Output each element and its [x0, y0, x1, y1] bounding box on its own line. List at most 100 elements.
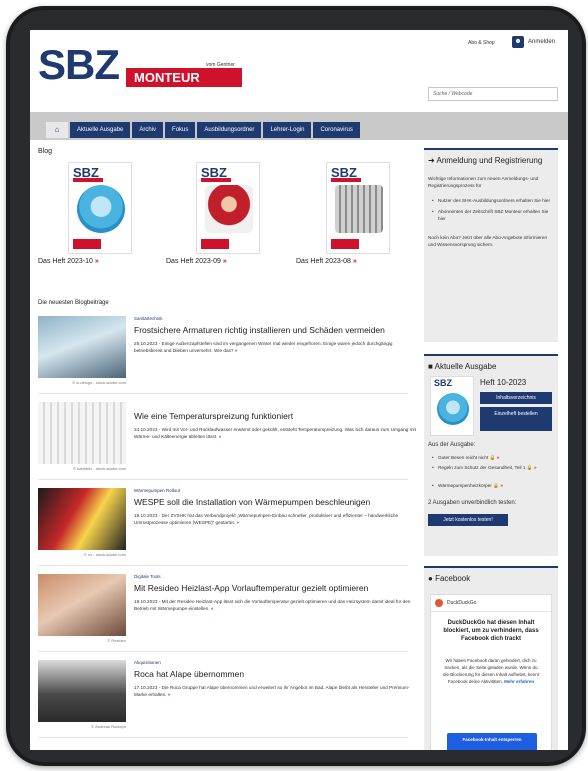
post-credit: © hansfritz - stock.adobe.com — [73, 466, 126, 471]
post-category[interactable]: Akquisitionen — [134, 660, 161, 665]
heft-cover[interactable]: SBZ — [326, 162, 390, 254]
post-title[interactable]: Mit Resideo Heizlast-App Vorlauftemperat… — [134, 583, 424, 593]
test-text: 2 Ausgaben unverbindlich testen: — [428, 500, 517, 506]
cover-bar — [73, 178, 103, 182]
search-input[interactable]: Suche / Webcode — [428, 87, 558, 101]
ausgabe-cover[interactable]: SBZ — [430, 376, 474, 436]
book-icon: ■ — [428, 362, 433, 371]
post-title[interactable]: Roca hat Alape übernommen — [134, 669, 424, 679]
blog-post[interactable]: © Andreas Rudolph Akquisitionen Roca hat… — [38, 660, 410, 738]
arrow-icon[interactable]: » — [500, 483, 503, 488]
cover-foot — [331, 239, 359, 249]
order-button[interactable]: Einzelheft bestellen — [480, 407, 552, 431]
aus-label: Aus der Ausgabe: — [428, 442, 476, 448]
logo-sub: vom Gentner — [206, 62, 235, 68]
abo-shop-link[interactable]: Abo & Shop — [468, 40, 495, 46]
ddg-more-link[interactable]: Mehr erfahren — [504, 679, 534, 684]
heft-label[interactable]: Das Heft 2023-09 — [166, 258, 221, 265]
cover-foot — [73, 239, 101, 249]
signin-icon: ➜ — [428, 156, 435, 165]
cover-bar — [331, 178, 361, 182]
screen: SBZ MONTEUR vom Gentner Abo & Shop ☻ Anm… — [30, 30, 568, 750]
nav-ausbildungsordner[interactable]: Ausbildungsordner — [197, 122, 262, 138]
arrow-icon[interactable]: » — [235, 348, 238, 353]
heft-card[interactable]: SBZ Das Heft 2023-09 » — [166, 162, 271, 265]
home-icon[interactable]: ⌂ — [46, 122, 68, 138]
toc-button[interactable]: Inhaltsverzeichnis — [480, 392, 552, 404]
arrow-icon[interactable]: » — [236, 520, 239, 525]
cover-art — [77, 185, 125, 233]
arrow-icon[interactable]: » — [168, 692, 171, 697]
post-title[interactable]: Frostsichere Armaturen richtig installie… — [134, 325, 424, 335]
heft-label[interactable]: Das Heft 2023-08 — [296, 258, 351, 265]
blog-post[interactable]: © hansfritz - stock.adobe.com Wie eine T… — [38, 402, 416, 480]
main-content: Blog SBZ Das Heft 2023-10 » SBZ Das Heft… — [38, 148, 416, 738]
nav-coronavirus[interactable]: Coronavirus — [313, 122, 360, 138]
anmeldung-bullet-1[interactable]: Nutzer des SHK-Ausbildungsordners erhalt… — [424, 197, 558, 204]
heft-label[interactable]: Das Heft 2023-10 — [38, 258, 93, 265]
user-icon[interactable]: ☻ — [512, 36, 524, 48]
nav-fokus[interactable]: Fokus — [165, 122, 196, 138]
post-title[interactable]: WESPE soll die Installation von Wärmepum… — [134, 497, 424, 507]
heft-cover[interactable]: SBZ — [68, 162, 132, 254]
ddg-card: DuckDuckGo DuckDuckGo hat diesen Inhalt … — [430, 594, 552, 750]
post-credit: © Resideo — [107, 638, 126, 643]
arrow-icon[interactable]: » — [211, 606, 214, 611]
cover-foot — [201, 239, 229, 249]
main-nav: ⌂ Aktuelle Ausgabe Archiv Fokus Ausbildu… — [46, 122, 360, 138]
heft-cover[interactable]: SBZ — [196, 162, 260, 254]
cover-bar — [201, 178, 231, 182]
anmeldung-bullet-2[interactable]: Abonnenten der Zeitschrift SBZ Monteur e… — [424, 208, 558, 222]
post-credit: © nz - stock.adobe.com — [83, 552, 126, 557]
logo-sbz[interactable]: SBZ — [38, 44, 120, 86]
logo-monteur[interactable]: MONTEUR — [126, 68, 242, 87]
post-text: 25.10.2023 - Einige Außenzapfstellen sin… — [134, 341, 393, 353]
post-image[interactable] — [38, 402, 126, 464]
nav-archiv[interactable]: Archiv — [132, 122, 164, 138]
anmeldung-title: Anmeldung und Registrierung — [436, 156, 543, 165]
post-credit: © Andreas Rudolph — [91, 724, 126, 729]
posts-heading: Die neuesten Blogbeiträge — [38, 300, 109, 306]
post-image[interactable] — [38, 488, 126, 550]
blog-post[interactable]: © nz - stock.adobe.com Wärmepumpen Rollo… — [38, 488, 408, 566]
ausgabe-box: ■ Aktuelle Ausgabe SBZ Heft 10-2023 Inha… — [424, 354, 558, 556]
nav-lehrer-login[interactable]: Lehrer-Login — [263, 122, 312, 138]
post-title[interactable]: Wie eine Temperaturspreizung funktionier… — [134, 411, 424, 421]
nav-aktuelle-ausgabe[interactable]: Aktuelle Ausgabe — [70, 122, 131, 138]
arrow-icon[interactable]: » — [534, 465, 537, 470]
post-image[interactable] — [38, 574, 126, 636]
ausgabe-item: Regeln zum Schutz der Gesundheit, Teil 1… — [424, 464, 548, 471]
anmeldung-outro[interactable]: Noch kein Abo? Jetzt über alle Abo-Angeb… — [424, 234, 558, 248]
ausgabe-item-label[interactable]: Guter Besen reicht nicht — [438, 455, 488, 460]
post-category[interactable]: Sanitärtechnik — [134, 316, 163, 321]
post-category[interactable]: Wärmepumpen Rollout — [134, 488, 180, 493]
blog-post[interactable]: © Resideo Digitale Tools Mit Resideo Hei… — [38, 574, 410, 652]
facebook-unblock-button[interactable]: Facebook-Inhalt entsperren — [447, 733, 537, 750]
duckduckgo-icon — [435, 599, 443, 607]
post-text: 24.10.2023 - Wird mit Vor- und Rücklaufw… — [134, 427, 416, 439]
facebook-icon: ● — [428, 574, 433, 583]
test-button[interactable]: Jetzt kostenlos testen! — [428, 514, 508, 526]
ausgabe-item: Guter Besen reicht nicht 🔒 » — [424, 454, 554, 461]
cover-art — [335, 185, 383, 233]
post-text: 17.10.2023 - Die Roca Gruppe hat Alape ü… — [134, 685, 410, 697]
blog-post[interactable]: © ic-design - stock.adobe.com Sanitärtec… — [38, 316, 408, 394]
post-image[interactable] — [38, 660, 126, 722]
heft-card[interactable]: SBZ Das Heft 2023-08 » — [296, 162, 401, 265]
ddg-divider — [431, 611, 551, 612]
post-category[interactable]: Digitale Tools — [134, 574, 161, 579]
facebook-box: ● Facebook DuckDuckGo DuckDuckGo hat die… — [424, 566, 558, 750]
cover-logo: SBZ — [434, 378, 452, 388]
login-link[interactable]: Anmelden — [528, 39, 555, 45]
cover-art — [437, 393, 469, 425]
hefte-row: SBZ Das Heft 2023-10 » SBZ Das Heft 2023… — [38, 162, 408, 280]
post-text: 19.10.2023 - Der ZVSHK hat das Verbundpr… — [134, 513, 399, 525]
arrow-icon: » — [222, 258, 227, 265]
site-header: SBZ MONTEUR vom Gentner Abo & Shop ☻ Anm… — [30, 30, 568, 110]
arrow-icon[interactable]: » — [219, 434, 222, 439]
post-image[interactable] — [38, 316, 126, 378]
heft-card[interactable]: SBZ Das Heft 2023-10 » — [38, 162, 143, 265]
ausgabe-item-label[interactable]: Wärmepumpenheizkörper — [438, 483, 492, 488]
arrow-icon[interactable]: » — [497, 455, 500, 460]
ausgabe-item-label[interactable]: Regeln zum Schutz der Gesundheit, Teil 1 — [438, 465, 525, 470]
